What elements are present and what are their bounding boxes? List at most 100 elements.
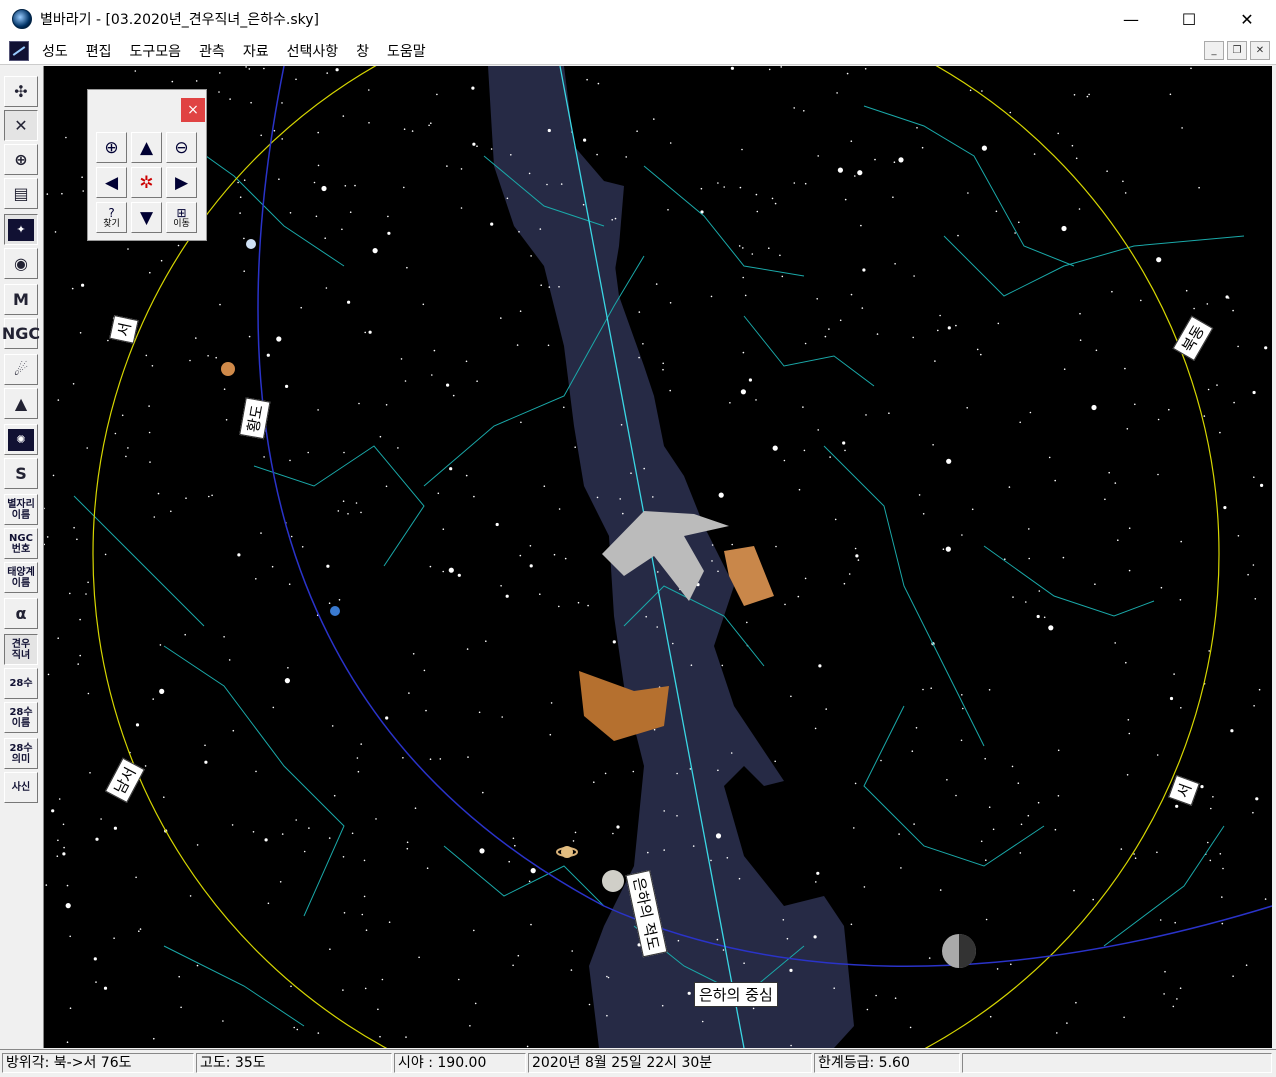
star bbox=[56, 855, 59, 857]
starfield-tool-icon: ✦ bbox=[8, 218, 34, 241]
comet-tool-icon: ☄ bbox=[13, 360, 29, 379]
menu-options[interactable]: 선택사항 bbox=[278, 41, 348, 61]
star bbox=[1198, 186, 1200, 189]
star bbox=[850, 923, 853, 926]
mdi-restore-button[interactable]: ❐ bbox=[1227, 41, 1247, 60]
pan-down-button[interactable]: ▼ bbox=[131, 202, 162, 233]
star bbox=[1091, 404, 1097, 411]
alpha-tool-button[interactable]: α bbox=[4, 598, 38, 629]
messier-tool-button[interactable]: M bbox=[4, 284, 38, 315]
grid-tool-button[interactable]: ⊕ bbox=[4, 144, 38, 175]
star bbox=[1209, 859, 1212, 862]
star bbox=[500, 317, 502, 319]
star bbox=[743, 962, 745, 964]
zoom-in-button[interactable]: ⊕ bbox=[96, 132, 127, 163]
28su-name-tool-button[interactable]: 28수 이름 bbox=[4, 702, 38, 733]
star bbox=[655, 283, 658, 285]
star bbox=[308, 827, 310, 829]
view-tool-button[interactable]: ✣ bbox=[4, 76, 38, 107]
gyeonwu-jiknyeo-tool-button[interactable]: 견우 직녀 bbox=[4, 634, 38, 665]
star bbox=[995, 210, 998, 213]
star bbox=[65, 136, 67, 139]
planet-name-tool-button[interactable]: 태양계 이름 bbox=[4, 562, 38, 593]
star bbox=[1207, 841, 1209, 844]
star bbox=[1185, 289, 1188, 292]
document-icon[interactable] bbox=[9, 41, 29, 61]
star bbox=[717, 570, 719, 573]
constellation-name-tool-button[interactable]: 별자리 이름 bbox=[4, 494, 38, 525]
pan-up-button[interactable]: ▲ bbox=[131, 132, 162, 163]
star bbox=[866, 1008, 869, 1011]
star bbox=[368, 89, 370, 91]
constellation-line-tool-button[interactable]: ✕ bbox=[4, 110, 38, 141]
star bbox=[893, 161, 896, 163]
star bbox=[1169, 696, 1174, 701]
star bbox=[632, 770, 635, 773]
menu-tools[interactable]: 도구모음 bbox=[121, 41, 191, 61]
star bbox=[1008, 486, 1011, 488]
milkyway-tool-button[interactable]: S bbox=[4, 458, 38, 489]
cluster-tool-button[interactable]: ✺ bbox=[4, 424, 38, 455]
ngc-number-tool-button[interactable]: NGC 번호 bbox=[4, 528, 38, 559]
star bbox=[1029, 411, 1032, 414]
menu-data[interactable]: 자료 bbox=[234, 41, 278, 61]
menu-bar: 성도 편집 도구모음 관측 자료 선택사항 창 도움말 bbox=[0, 38, 1276, 65]
comet-tool-button[interactable]: ☄ bbox=[4, 354, 38, 385]
ngc-tool-button[interactable]: NGC bbox=[2, 318, 40, 349]
maximize-button[interactable]: ☐ bbox=[1160, 0, 1218, 38]
navigator-close-button[interactable]: × bbox=[181, 98, 205, 122]
star bbox=[349, 211, 352, 213]
menu-edit[interactable]: 편집 bbox=[77, 41, 121, 61]
star bbox=[279, 881, 282, 883]
star bbox=[46, 536, 49, 538]
move-button[interactable]: ⊞ 이동 bbox=[166, 202, 197, 233]
star bbox=[690, 664, 693, 666]
star bbox=[231, 824, 234, 826]
four-gods-tool-button[interactable]: 사신 bbox=[4, 772, 38, 803]
planet-saturn bbox=[561, 846, 573, 858]
star bbox=[364, 987, 367, 990]
menu-help[interactable]: 도움말 bbox=[378, 41, 435, 61]
star bbox=[738, 877, 741, 880]
menu-window[interactable]: 창 bbox=[347, 41, 378, 61]
star bbox=[782, 919, 785, 921]
alpha-tool-icon: α bbox=[15, 604, 27, 623]
center-button[interactable]: ✲ bbox=[131, 167, 162, 198]
close-button[interactable]: ✕ bbox=[1218, 0, 1276, 38]
menu-chart[interactable]: 성도 bbox=[33, 41, 77, 61]
star bbox=[490, 222, 494, 226]
atlas-tool-button[interactable]: ▤ bbox=[4, 178, 38, 209]
star bbox=[804, 342, 807, 345]
star bbox=[466, 648, 469, 650]
star bbox=[1088, 93, 1090, 96]
find-button[interactable]: ? 찾기 bbox=[96, 202, 127, 233]
star bbox=[620, 424, 623, 426]
star bbox=[574, 446, 576, 449]
minimize-button[interactable]: — bbox=[1102, 0, 1160, 38]
28su-tool-button[interactable]: 28수 bbox=[4, 668, 38, 699]
mdi-minimize-button[interactable]: _ bbox=[1204, 41, 1224, 60]
star-map[interactable] bbox=[44, 66, 1272, 1048]
zoom-out-button[interactable]: ⊖ bbox=[166, 132, 197, 163]
nebula-tool-button[interactable]: ▲ bbox=[4, 388, 38, 419]
mdi-close-button[interactable]: ✕ bbox=[1250, 41, 1270, 60]
star bbox=[285, 384, 289, 388]
galaxy-tool-button[interactable]: ◉ bbox=[4, 248, 38, 279]
star bbox=[149, 271, 151, 274]
sky-chart[interactable]: 서 북동 황도 남서 서 은하의 적도 은하의 중심 bbox=[44, 66, 1272, 1048]
star bbox=[570, 969, 573, 971]
constellation-line bbox=[163, 945, 305, 1027]
constellation-line bbox=[443, 845, 605, 907]
pan-left-button[interactable]: ◀ bbox=[96, 167, 127, 198]
star bbox=[476, 380, 478, 383]
star bbox=[436, 93, 438, 96]
star bbox=[563, 406, 565, 409]
star bbox=[865, 414, 867, 416]
star bbox=[196, 964, 199, 967]
star bbox=[1114, 642, 1116, 644]
28su-meaning-tool-button[interactable]: 28수 의미 bbox=[4, 738, 38, 769]
pan-right-button[interactable]: ▶ bbox=[166, 167, 197, 198]
menu-observe[interactable]: 관측 bbox=[190, 41, 234, 61]
starfield-tool-button[interactable]: ✦ bbox=[4, 214, 38, 245]
star bbox=[848, 573, 851, 575]
